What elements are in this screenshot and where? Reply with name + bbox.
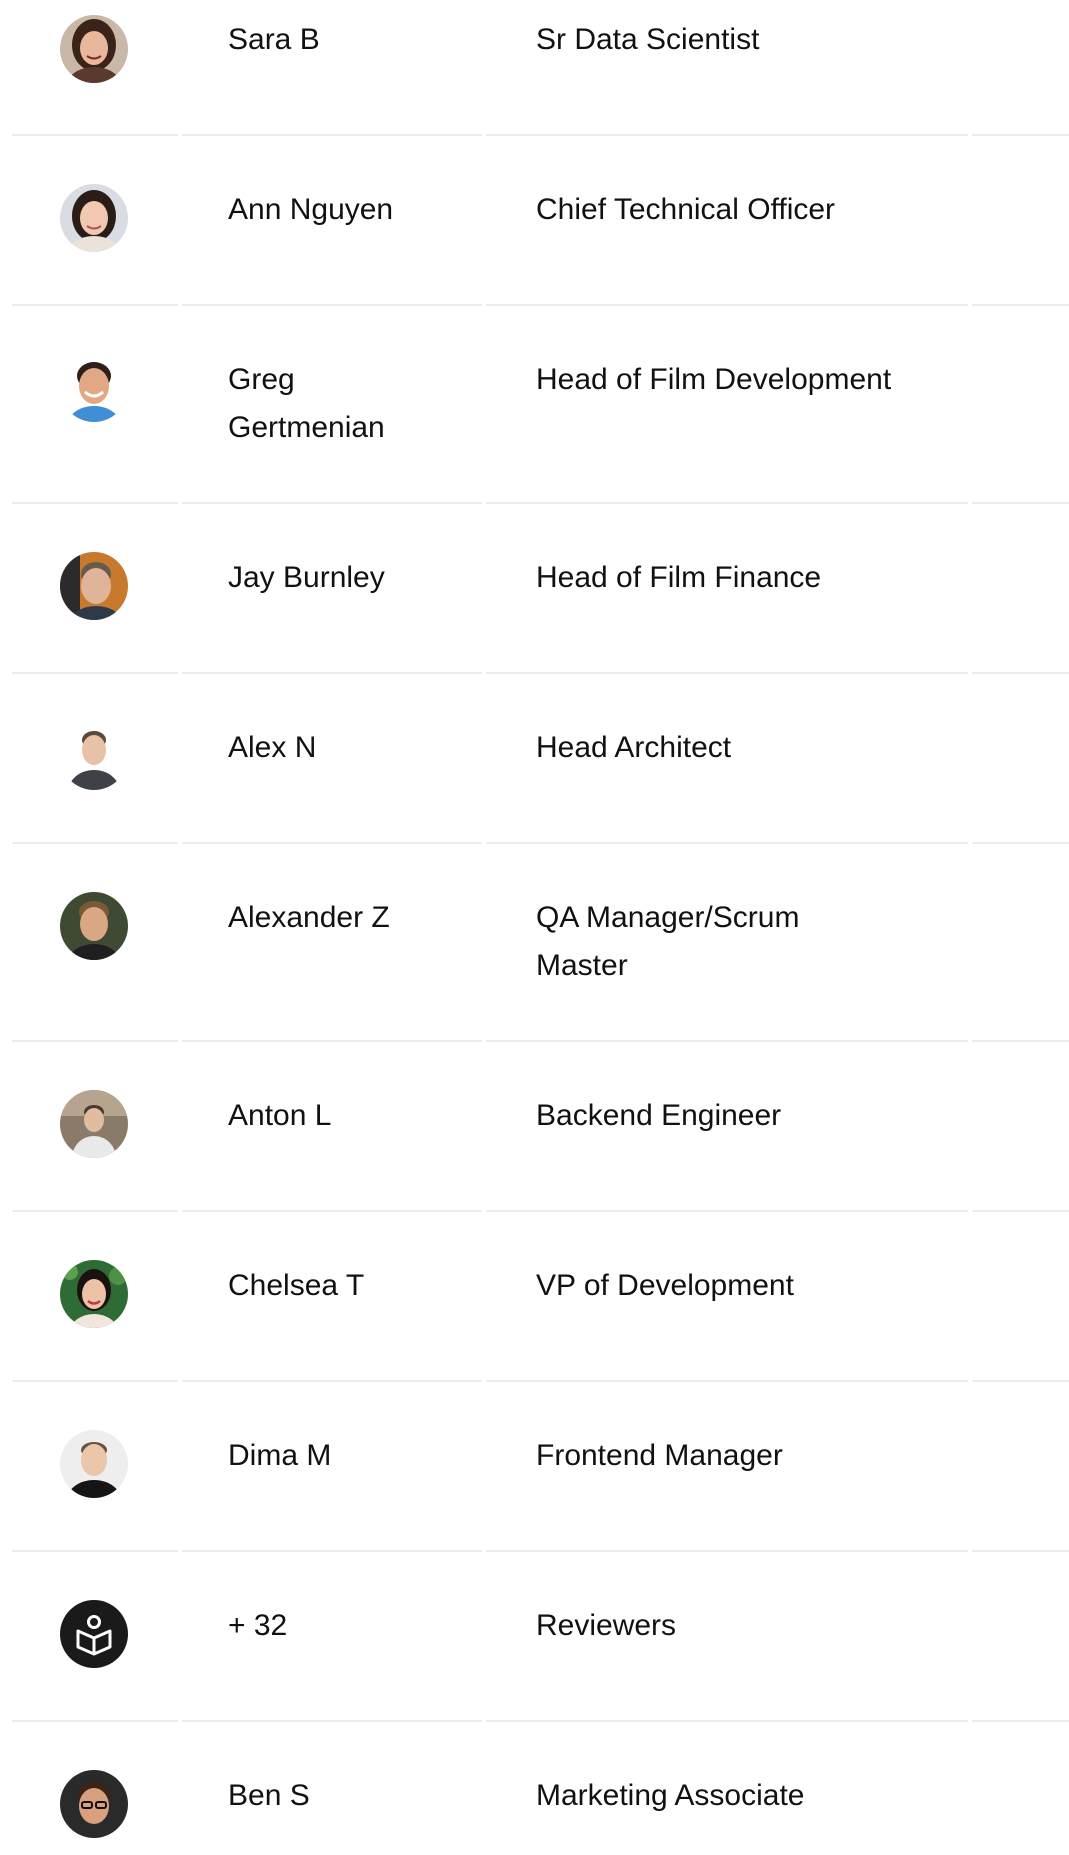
team-table: Sara B Sr Data Scientist Ann Nguyen Chie… (12, 0, 1069, 1855)
member-name-cell: Alexander Z (180, 844, 484, 942)
member-name-cell: + 32 (180, 1552, 484, 1650)
member-name-cell: Jay Burnley (180, 504, 484, 602)
table-row: Dima M Frontend Manager (12, 1382, 1069, 1552)
table-row: Ben S Marketing Associate (12, 1722, 1069, 1855)
member-name: Dima M (228, 1439, 332, 1472)
member-role-cell: Marketing Associate (484, 1722, 969, 1820)
reviewers-count: + 32 (228, 1609, 288, 1642)
table-row: Ann Nguyen Chief Technical Officer (12, 136, 1069, 306)
member-name-cell: Alex N (180, 674, 484, 772)
table-row: Jay Burnley Head of Film Finance (12, 504, 1069, 674)
member-role: Marketing Associate (536, 1779, 805, 1812)
member-name-cell: Sara B (180, 0, 484, 64)
avatar (60, 354, 128, 422)
member-name: Jay Burnley (228, 561, 385, 594)
member-role-cell: Backend Engineer (484, 1042, 969, 1140)
member-role: Head of Film Finance (536, 561, 822, 594)
member-name-cell: Chelsea T (180, 1212, 484, 1310)
member-name-cell: Greg Gertmenian (180, 306, 484, 452)
avatar-photo-icon (60, 1430, 128, 1498)
avatar (60, 1770, 128, 1838)
member-role: QA Manager/Scrum Master (536, 901, 800, 982)
table-row: Alexander Z QA Manager/Scrum Master (12, 844, 1069, 1042)
member-role-cell: Frontend Manager (484, 1382, 969, 1480)
avatar (60, 1260, 128, 1328)
member-role: VP of Development (536, 1269, 794, 1302)
member-name: Greg Gertmenian (228, 363, 385, 444)
avatar (60, 892, 128, 960)
table-row: Greg Gertmenian Head of Film Development (12, 306, 1069, 504)
member-role-cell: Head of Film Development (484, 306, 969, 404)
table-row: Sara B Sr Data Scientist (12, 0, 1069, 136)
avatar-photo-icon (60, 892, 128, 960)
member-role-cell: Sr Data Scientist (484, 0, 969, 64)
member-role: Backend Engineer (536, 1099, 782, 1132)
member-role-cell: Chief Technical Officer (484, 136, 969, 234)
member-name: Alex N (228, 731, 317, 764)
avatar-photo-icon (60, 1260, 128, 1328)
avatar (60, 1600, 128, 1668)
avatar (60, 184, 128, 252)
table-row: Chelsea T VP of Development (12, 1212, 1069, 1382)
member-role-cell: QA Manager/Scrum Master (484, 844, 969, 990)
member-name: Sara B (228, 23, 320, 56)
member-role-cell: Head Architect (484, 674, 969, 772)
avatar (60, 15, 128, 83)
member-name: Ben S (228, 1779, 310, 1812)
member-name-cell: Ben S (180, 1722, 484, 1820)
member-name-cell: Anton L (180, 1042, 484, 1140)
avatar-photo-icon (60, 1770, 128, 1838)
table-row: + 32 Reviewers (12, 1552, 1069, 1722)
member-name: Alexander Z (228, 901, 390, 934)
avatar-photo-icon (60, 722, 128, 790)
avatar-photo-icon (60, 1090, 128, 1158)
avatar (60, 1430, 128, 1498)
avatar-photo-icon (60, 552, 128, 620)
member-name-cell: Ann Nguyen (180, 136, 484, 234)
table-row: Alex N Head Architect (12, 674, 1069, 844)
avatar-photo-icon (60, 15, 128, 83)
avatar (60, 552, 128, 620)
member-role: Head of Film Development (536, 363, 892, 396)
member-name: Chelsea T (228, 1269, 365, 1302)
member-role: Head Architect (536, 731, 732, 764)
member-role: Sr Data Scientist (536, 23, 760, 56)
member-name: Anton L (228, 1099, 332, 1132)
member-role-cell: Head of Film Finance (484, 504, 969, 602)
member-role: Frontend Manager (536, 1439, 783, 1472)
avatar-photo-icon (60, 354, 128, 422)
member-name-cell: Dima M (180, 1382, 484, 1480)
member-role-cell: VP of Development (484, 1212, 969, 1310)
table-row: Anton L Backend Engineer (12, 1042, 1069, 1212)
member-role: Reviewers (536, 1609, 677, 1642)
member-role: Chief Technical Officer (536, 193, 836, 226)
avatar-photo-icon (60, 184, 128, 252)
member-role-cell: Reviewers (484, 1552, 969, 1650)
reader-book-icon (60, 1600, 128, 1668)
member-name: Ann Nguyen (228, 193, 394, 226)
avatar (60, 1090, 128, 1158)
avatar (60, 722, 128, 790)
